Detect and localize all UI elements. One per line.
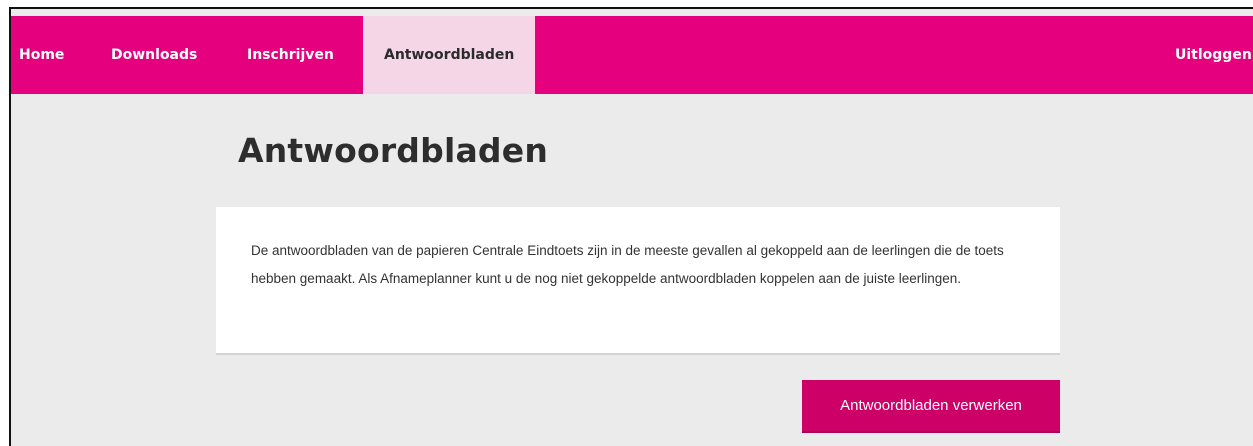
- app-window: Home Downloads Inschrijven Antwoordblade…: [9, 7, 1253, 446]
- nav-downloads[interactable]: Downloads: [111, 16, 197, 94]
- top-navigation: Home Downloads Inschrijven Antwoordblade…: [11, 16, 1253, 94]
- page-title: Antwoordbladen: [238, 131, 549, 170]
- nav-inschrijven[interactable]: Inschrijven: [247, 16, 334, 94]
- nav-antwoordbladen[interactable]: Antwoordbladen: [363, 16, 536, 94]
- nav-home[interactable]: Home: [19, 16, 64, 94]
- info-card: De antwoordbladen van de papieren Centra…: [216, 207, 1060, 355]
- nav-uitloggen[interactable]: Uitloggen: [1175, 16, 1252, 94]
- process-answer-sheets-button[interactable]: Antwoordbladen verwerken: [802, 380, 1060, 433]
- intro-text: De antwoordbladen van de papieren Centra…: [251, 243, 1004, 286]
